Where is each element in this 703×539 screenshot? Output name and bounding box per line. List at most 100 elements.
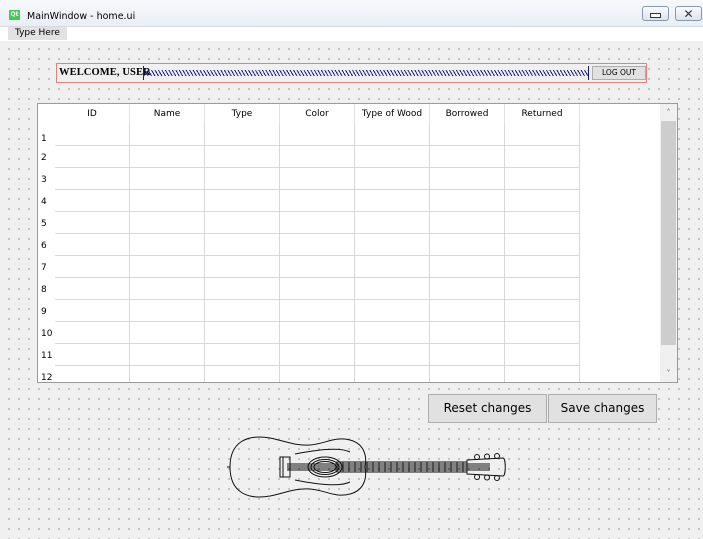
- table-cell[interactable]: [505, 256, 580, 278]
- table-cell[interactable]: [355, 212, 430, 234]
- table-cell[interactable]: [430, 322, 505, 344]
- column-header-returned[interactable]: Returned: [505, 104, 580, 124]
- table-cell[interactable]: [280, 124, 355, 146]
- logout-button[interactable]: LOG OUT: [592, 66, 646, 80]
- scroll-thumb[interactable]: [661, 121, 676, 345]
- table-cell[interactable]: [55, 212, 130, 234]
- table-cell[interactable]: [205, 146, 280, 168]
- table-cell[interactable]: [430, 300, 505, 322]
- table-cell[interactable]: [205, 124, 280, 146]
- table-cell[interactable]: [505, 190, 580, 212]
- table-cell[interactable]: [130, 300, 205, 322]
- table-cell[interactable]: [430, 212, 505, 234]
- table-cell[interactable]: [130, 344, 205, 366]
- column-header-id[interactable]: ID: [55, 104, 130, 124]
- table-cell[interactable]: [430, 124, 505, 146]
- table-cell[interactable]: [130, 278, 205, 300]
- table-cell[interactable]: [430, 234, 505, 256]
- table-cell[interactable]: [355, 322, 430, 344]
- table-cell[interactable]: [55, 344, 130, 366]
- table-cell[interactable]: [280, 234, 355, 256]
- vertical-scrollbar[interactable]: ˄ ˅: [660, 104, 677, 382]
- table-cell[interactable]: [280, 190, 355, 212]
- scroll-down-icon[interactable]: ˅: [660, 365, 677, 382]
- table-cell[interactable]: [280, 322, 355, 344]
- table-cell[interactable]: [205, 366, 280, 382]
- table-cell[interactable]: [430, 278, 505, 300]
- reset-changes-button[interactable]: Reset changes: [428, 394, 547, 423]
- table-cell[interactable]: [505, 146, 580, 168]
- table-cell[interactable]: [205, 322, 280, 344]
- table-cell[interactable]: [55, 278, 130, 300]
- column-header-type-of-wood[interactable]: Type of Wood: [355, 104, 430, 124]
- table-cell[interactable]: [55, 190, 130, 212]
- table-cell[interactable]: [55, 124, 130, 146]
- table-cell[interactable]: [205, 234, 280, 256]
- table-cell[interactable]: [130, 168, 205, 190]
- table-cell[interactable]: [355, 168, 430, 190]
- column-header-borrowed[interactable]: Borrowed: [430, 104, 505, 124]
- close-button[interactable]: ✕: [675, 6, 702, 21]
- table-cell[interactable]: [355, 366, 430, 382]
- save-changes-button[interactable]: Save changes: [548, 394, 657, 423]
- menu-item-type-here[interactable]: Type Here: [8, 27, 67, 40]
- table-cell[interactable]: [205, 278, 280, 300]
- table-cell[interactable]: [505, 212, 580, 234]
- table-cell[interactable]: [205, 300, 280, 322]
- table-cell[interactable]: [505, 278, 580, 300]
- table-cell[interactable]: [280, 366, 355, 382]
- table-cell[interactable]: [130, 146, 205, 168]
- table-cell[interactable]: [280, 256, 355, 278]
- table-cell[interactable]: [55, 366, 130, 382]
- table-cell[interactable]: [505, 168, 580, 190]
- table-cell[interactable]: [130, 366, 205, 382]
- table-cell[interactable]: [280, 278, 355, 300]
- table-cell[interactable]: [355, 190, 430, 212]
- table-cell[interactable]: [130, 124, 205, 146]
- table-cell[interactable]: [130, 322, 205, 344]
- inventory-table[interactable]: ID Name Type Color Type of Wood Borrowed…: [37, 103, 678, 383]
- table-cell[interactable]: [205, 344, 280, 366]
- table-cell[interactable]: [55, 300, 130, 322]
- table-cell[interactable]: [130, 212, 205, 234]
- table-cell[interactable]: [55, 322, 130, 344]
- table-cell[interactable]: [430, 344, 505, 366]
- table-cell[interactable]: [430, 146, 505, 168]
- table-cell[interactable]: [355, 146, 430, 168]
- table-cell[interactable]: [130, 234, 205, 256]
- table-cell[interactable]: [280, 212, 355, 234]
- table-cell[interactable]: [430, 366, 505, 382]
- table-cell[interactable]: [280, 344, 355, 366]
- table-cell[interactable]: [205, 168, 280, 190]
- column-header-type[interactable]: Type: [205, 104, 280, 124]
- minimize-button[interactable]: [642, 6, 669, 21]
- table-cell[interactable]: [55, 234, 130, 256]
- table-cell[interactable]: [430, 256, 505, 278]
- column-header-name[interactable]: Name: [130, 104, 205, 124]
- table-cell[interactable]: [505, 300, 580, 322]
- table-cell[interactable]: [280, 146, 355, 168]
- table-cell[interactable]: [505, 322, 580, 344]
- table-cell[interactable]: [55, 168, 130, 190]
- table-cell[interactable]: [130, 190, 205, 212]
- table-cell[interactable]: [55, 146, 130, 168]
- column-header-color[interactable]: Color: [280, 104, 355, 124]
- table-cell[interactable]: [355, 256, 430, 278]
- table-cell[interactable]: [505, 234, 580, 256]
- table-cell[interactable]: [55, 256, 130, 278]
- table-cell[interactable]: [505, 124, 580, 146]
- table-cell[interactable]: [505, 344, 580, 366]
- table-cell[interactable]: [280, 300, 355, 322]
- table-cell[interactable]: [205, 212, 280, 234]
- table-cell[interactable]: [430, 190, 505, 212]
- table-cell[interactable]: [205, 190, 280, 212]
- table-cell[interactable]: [355, 344, 430, 366]
- table-cell[interactable]: [130, 256, 205, 278]
- scroll-up-icon[interactable]: ˄: [660, 104, 677, 121]
- table-cell[interactable]: [355, 278, 430, 300]
- table-cell[interactable]: [355, 124, 430, 146]
- table-cell[interactable]: [430, 168, 505, 190]
- table-cell[interactable]: [205, 256, 280, 278]
- table-cell[interactable]: [280, 168, 355, 190]
- table-cell[interactable]: [505, 366, 580, 382]
